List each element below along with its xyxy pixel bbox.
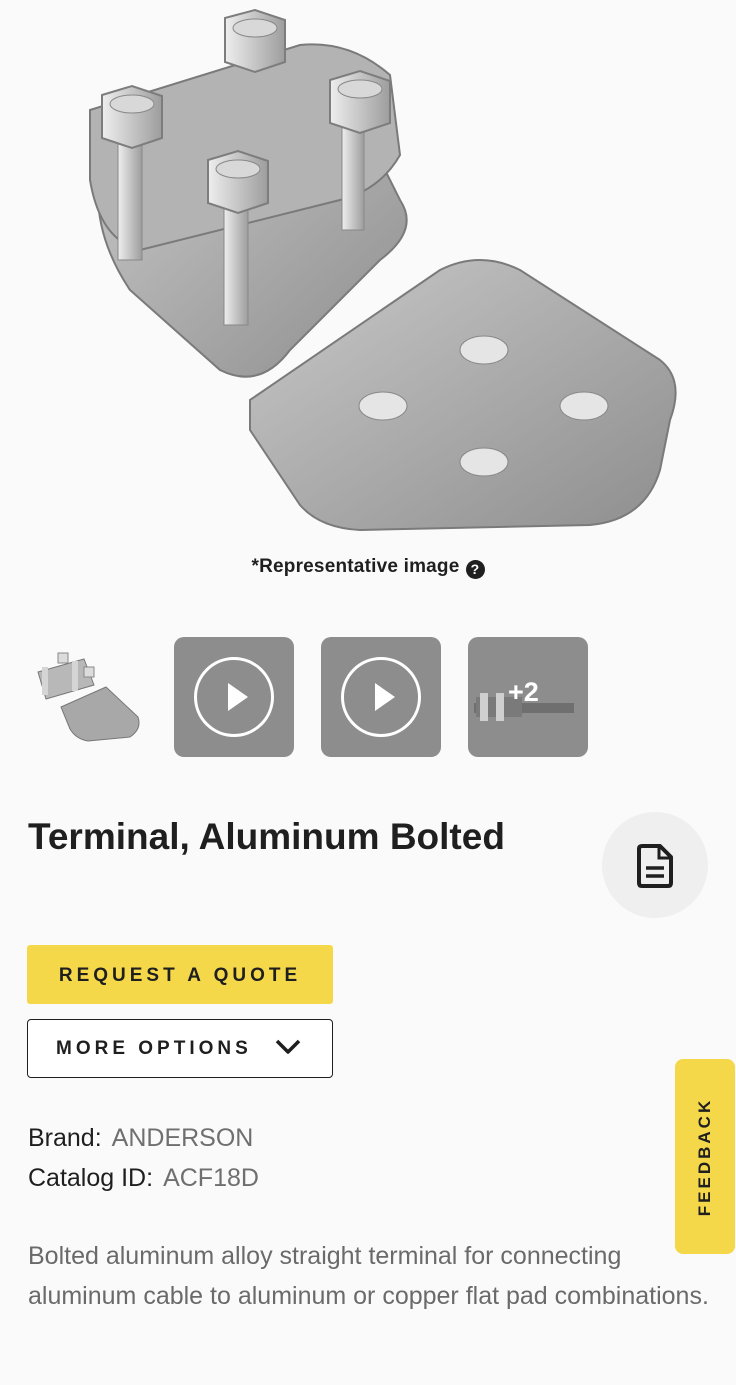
- more-count: +2: [508, 677, 539, 707]
- thumbnail-video-1[interactable]: [174, 637, 294, 757]
- request-quote-button[interactable]: REQUEST A QUOTE: [27, 945, 333, 1004]
- thumbnail-image[interactable]: [26, 637, 146, 757]
- help-icon[interactable]: ?: [465, 560, 485, 579]
- catalog-label: Catalog ID:: [28, 1164, 154, 1192]
- image-caption: *Representative image?: [0, 556, 736, 579]
- image-caption-text: *Representative image: [251, 556, 460, 577]
- catalog-value: ACF18D: [163, 1164, 259, 1192]
- document-button[interactable]: [602, 812, 708, 918]
- product-image: [89, 8, 677, 532]
- thumbnail-more[interactable]: +2: [468, 637, 588, 757]
- chevron-down-icon: [275, 1039, 301, 1054]
- thumbnail-product-image: [37, 652, 140, 742]
- thumbnail-video-2[interactable]: [321, 637, 441, 757]
- product-description: Bolted aluminum alloy straight terminal …: [28, 1242, 709, 1310]
- brand-row: Brand: ANDERSON: [28, 1124, 253, 1153]
- play-icon: [194, 657, 274, 737]
- brand-value: ANDERSON: [111, 1124, 254, 1152]
- feedback-tab[interactable]: FEEDBACK: [675, 1059, 735, 1254]
- brand-label: Brand:: [28, 1124, 102, 1152]
- more-options-button[interactable]: MORE OPTIONS: [27, 1019, 333, 1078]
- more-options-label: MORE OPTIONS: [56, 1038, 252, 1059]
- catalog-row: Catalog ID: ACF18D: [28, 1164, 259, 1193]
- product-title: Terminal, Aluminum Bolted: [28, 816, 505, 857]
- play-icon: [341, 657, 421, 737]
- feedback-label: FEEDBACK: [695, 1097, 714, 1216]
- document-icon: [637, 844, 673, 888]
